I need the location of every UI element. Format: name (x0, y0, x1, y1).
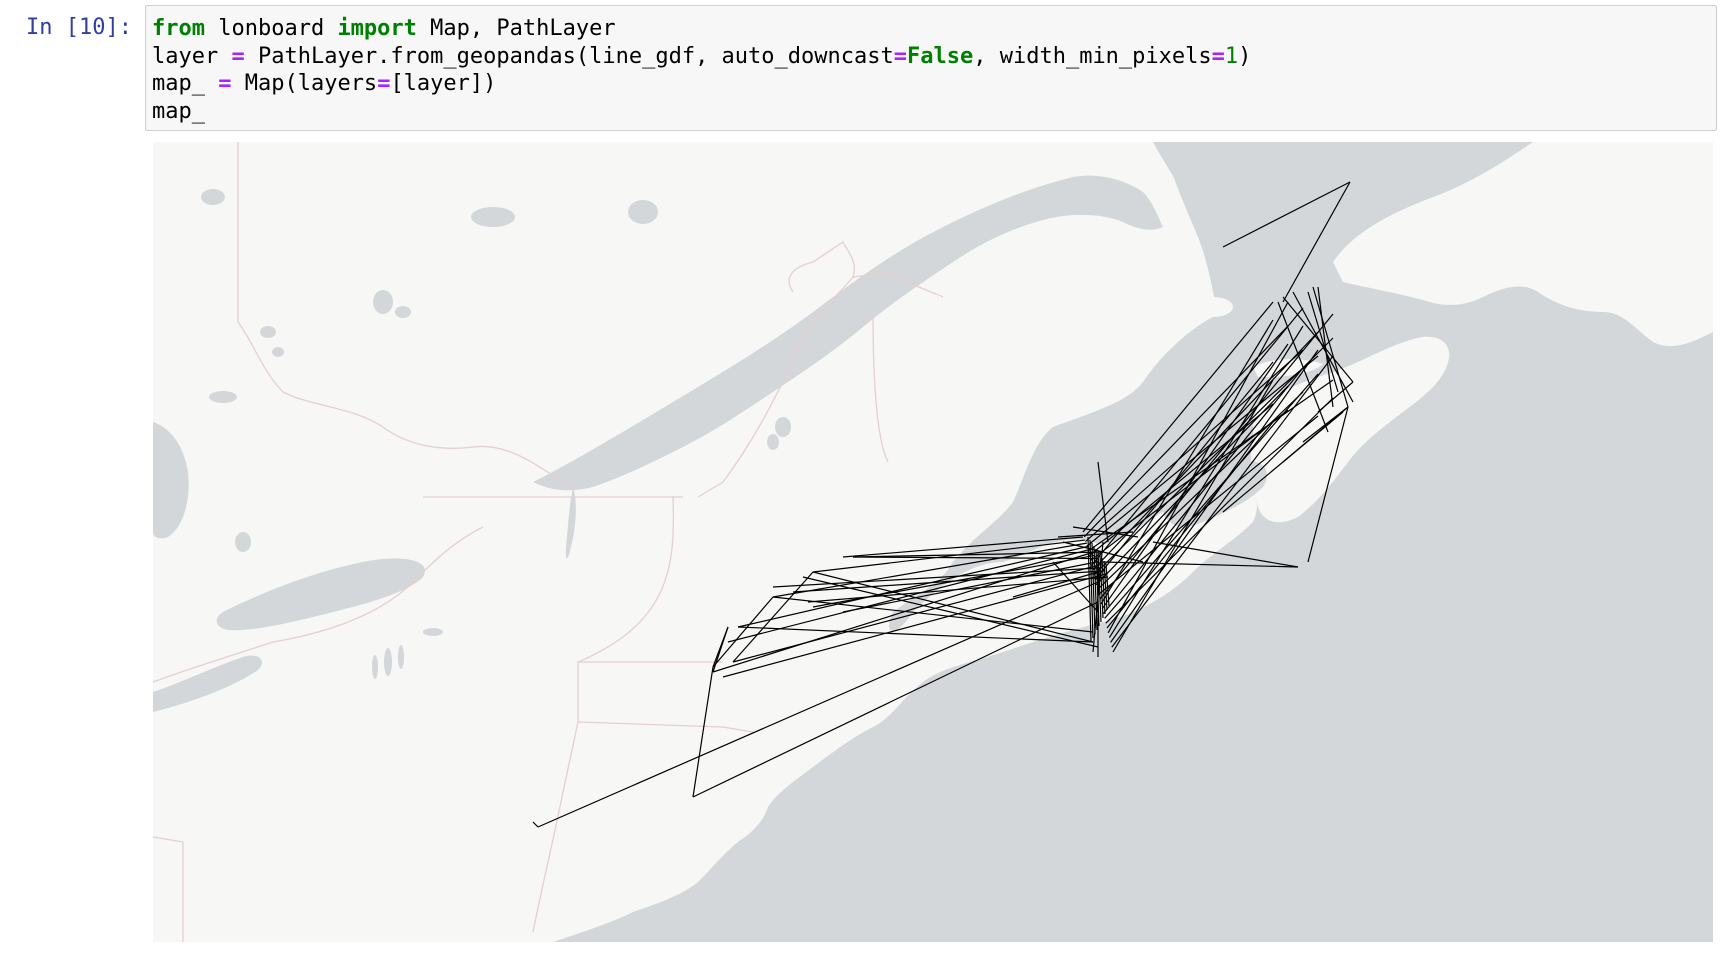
code-token: lonboard (204, 16, 338, 41)
code-token: = (893, 43, 907, 69)
code-token: map_ (152, 71, 219, 96)
code-token: = (218, 71, 232, 96)
code-token: Map(layers (231, 71, 378, 96)
code-line: map_ = Map(layers=[layer]) (152, 70, 1710, 98)
code-token: layer (152, 43, 232, 69)
code-line: map_ (152, 98, 1710, 126)
code-token: from (152, 16, 205, 41)
code-token: PathLayer.from_geopandas(line_gdf, auto_… (244, 43, 894, 69)
code-token: Map, PathLayer (416, 16, 616, 41)
code-token: False (907, 43, 974, 69)
code-token: [layer]) (390, 71, 497, 96)
code-token: , width_min_pixels (973, 43, 1212, 69)
code-token: map_ (152, 98, 205, 124)
input-prompt: In [10]: (26, 15, 132, 40)
code-token: import (337, 16, 417, 41)
code-token: ) (1238, 43, 1252, 69)
code-line: from lonboard import Map, PathLayer (152, 15, 1710, 43)
code-token: = (231, 43, 245, 69)
map-canvas[interactable] (153, 142, 1713, 942)
code-token: = (1211, 43, 1225, 69)
notebook-cell: In [10]: from lonboard import Map, PathL… (0, 0, 1724, 956)
code-line: layer = PathLayer.from_geopandas(line_gd… (152, 43, 1710, 71)
code-token: = (377, 71, 391, 96)
code-token: 1 (1224, 43, 1239, 69)
map-output[interactable] (153, 142, 1713, 942)
code-editor[interactable]: from lonboard import Map, PathLayer layer… (145, 5, 1717, 131)
